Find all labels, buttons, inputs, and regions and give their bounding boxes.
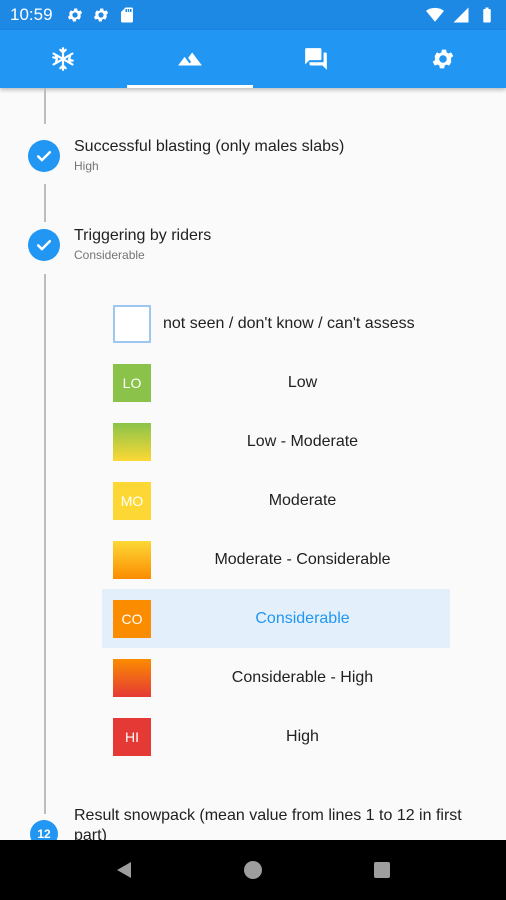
option-label: Moderate	[268, 491, 337, 509]
option-low-moderate[interactable]: Low - Moderate	[102, 412, 450, 471]
step-subtitle: Considerable	[74, 248, 145, 262]
danger-level-options: not seen / don't know / can't assess LO …	[102, 294, 450, 766]
option-label: Moderate - Considerable	[214, 550, 391, 568]
sd-card-icon	[121, 7, 133, 23]
home-circle-icon	[243, 861, 262, 879]
option-moderate[interactable]: MO Moderate	[102, 471, 450, 530]
option-high[interactable]: HI High	[102, 707, 450, 766]
step-complete-badge	[28, 140, 60, 172]
step-title: Successful blasting (only males slabs)	[74, 138, 345, 155]
tab-settings[interactable]	[380, 30, 506, 88]
back-button[interactable]	[104, 850, 144, 890]
stepper-content: Successful blasting (only males slabs) H…	[0, 88, 506, 840]
option-not-assessed[interactable]: not seen / don't know / can't assess	[102, 294, 450, 353]
home-button[interactable]	[233, 850, 273, 890]
color-swatch	[113, 540, 151, 579]
status-bar: 10:59	[0, 0, 506, 30]
empty-swatch	[113, 304, 151, 343]
stepper-line	[44, 184, 46, 222]
recents-square-icon	[373, 862, 390, 878]
step-number-badge: 12	[30, 820, 58, 840]
option-considerable-high[interactable]: Considerable - High	[102, 648, 450, 707]
stepper-line	[44, 88, 46, 124]
tab-snowflake[interactable]	[0, 30, 127, 88]
step-subtitle: High	[74, 159, 99, 173]
color-swatch	[113, 658, 151, 697]
settings-icon	[432, 49, 454, 69]
color-swatch	[113, 422, 151, 461]
status-time: 10:59	[10, 5, 53, 24]
step-title-result-snowpack[interactable]: Result snowpack (mean value from lines 1…	[74, 806, 484, 840]
color-swatch: CO	[113, 599, 151, 638]
check-icon	[36, 151, 52, 162]
option-moderate-considerable[interactable]: Moderate - Considerable	[102, 530, 450, 589]
back-triangle-icon	[117, 862, 132, 878]
battery-icon	[483, 7, 491, 23]
gear-icon	[93, 8, 109, 22]
step-title: Triggering by riders	[74, 227, 212, 244]
option-low[interactable]: LO Low	[102, 353, 450, 412]
tab-mountain[interactable]	[126, 30, 254, 88]
stepper-line	[44, 274, 46, 814]
wifi-icon	[426, 7, 444, 22]
option-label: Low	[287, 373, 318, 391]
chat-icon	[305, 48, 328, 70]
option-label: Considerable	[255, 609, 350, 627]
signal-icon	[453, 7, 469, 23]
color-swatch: MO	[113, 481, 151, 520]
tab-bar	[0, 30, 506, 88]
gear-icon	[67, 8, 83, 22]
option-label: not seen / don't know / can't assess	[163, 314, 415, 332]
tab-chat[interactable]	[253, 30, 380, 88]
color-swatch: HI	[113, 717, 151, 756]
option-label: Considerable - High	[231, 668, 374, 686]
color-swatch: LO	[113, 363, 151, 402]
recents-button[interactable]	[362, 850, 402, 890]
snowflake-icon	[52, 47, 75, 71]
status-system	[426, 6, 496, 24]
status-notifications	[66, 6, 136, 24]
system-nav-bar	[0, 840, 506, 900]
step-complete-badge	[28, 229, 60, 261]
option-considerable[interactable]: CO Considerable	[102, 589, 450, 648]
option-label: Low - Moderate	[246, 432, 359, 450]
option-label: High	[286, 727, 319, 745]
check-icon	[36, 240, 52, 251]
mountain-icon	[177, 52, 202, 66]
